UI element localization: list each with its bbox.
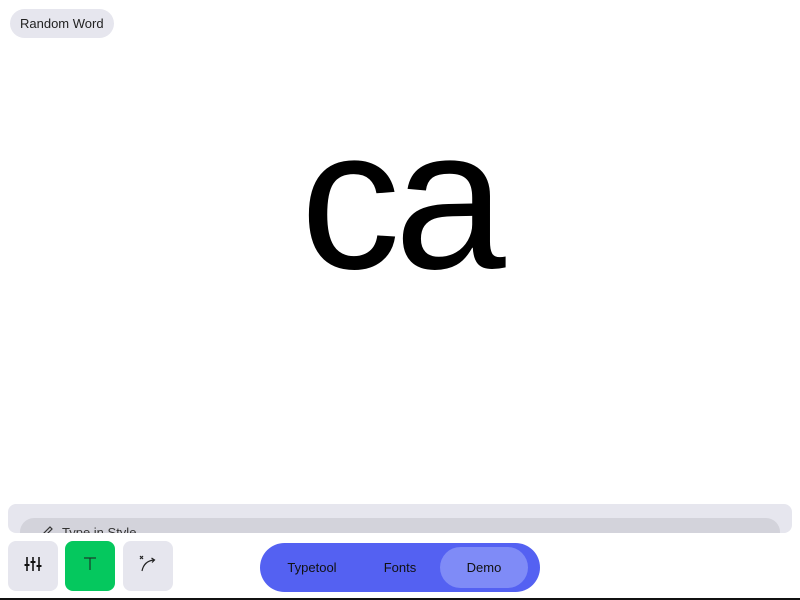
tab-demo[interactable]: Demo: [440, 547, 528, 588]
sliders-icon: [23, 554, 43, 579]
tab-typetool[interactable]: Typetool: [264, 547, 360, 588]
pen-icon: [40, 525, 54, 533]
main-nav: Typetool Fonts Demo: [260, 543, 540, 592]
panel-header[interactable]: Type in Style: [20, 518, 780, 533]
text-tool-button[interactable]: [65, 541, 115, 591]
random-word-button[interactable]: Random Word: [10, 9, 114, 38]
settings-sliders-button[interactable]: [8, 541, 58, 591]
text-tool-icon: [80, 554, 100, 579]
tab-fonts[interactable]: Fonts: [360, 547, 440, 588]
bottom-panel[interactable]: Type in Style: [8, 504, 792, 533]
app-root: Random Word ca Type in Style Typetool Fo…: [0, 0, 800, 600]
curve-tool-icon: [138, 554, 158, 579]
type-preview-area: ca: [0, 95, 800, 305]
panel-label: Type in Style: [62, 525, 137, 533]
curve-tool-button[interactable]: [123, 541, 173, 591]
preview-word: ca: [300, 88, 505, 311]
